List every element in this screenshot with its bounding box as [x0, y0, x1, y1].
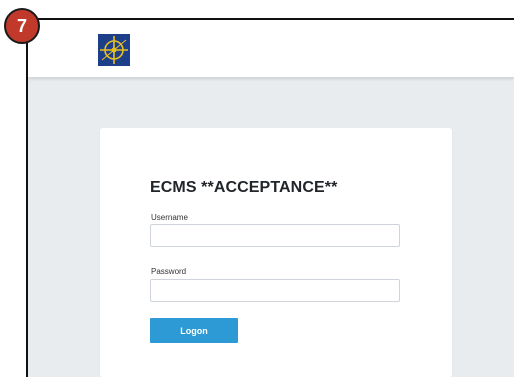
compass-rose-logo-icon[interactable] [98, 34, 130, 66]
window-border-top [26, 18, 514, 20]
app-header [28, 20, 514, 78]
password-label: Password [151, 267, 187, 276]
username-label: Username [151, 213, 188, 222]
screenshot-frame: ECMS **ACCEPTANCE** Username Password Lo… [0, 0, 514, 377]
username-field[interactable] [150, 224, 400, 247]
logon-button[interactable]: Logon [150, 318, 238, 343]
app-window: ECMS **ACCEPTANCE** Username Password Lo… [28, 20, 514, 377]
login-title: ECMS **ACCEPTANCE** [150, 179, 338, 196]
window-border-left [26, 18, 28, 377]
password-field[interactable] [150, 279, 400, 302]
login-card: ECMS **ACCEPTANCE** Username Password Lo… [100, 128, 452, 377]
step-number-badge: 7 [4, 8, 40, 44]
